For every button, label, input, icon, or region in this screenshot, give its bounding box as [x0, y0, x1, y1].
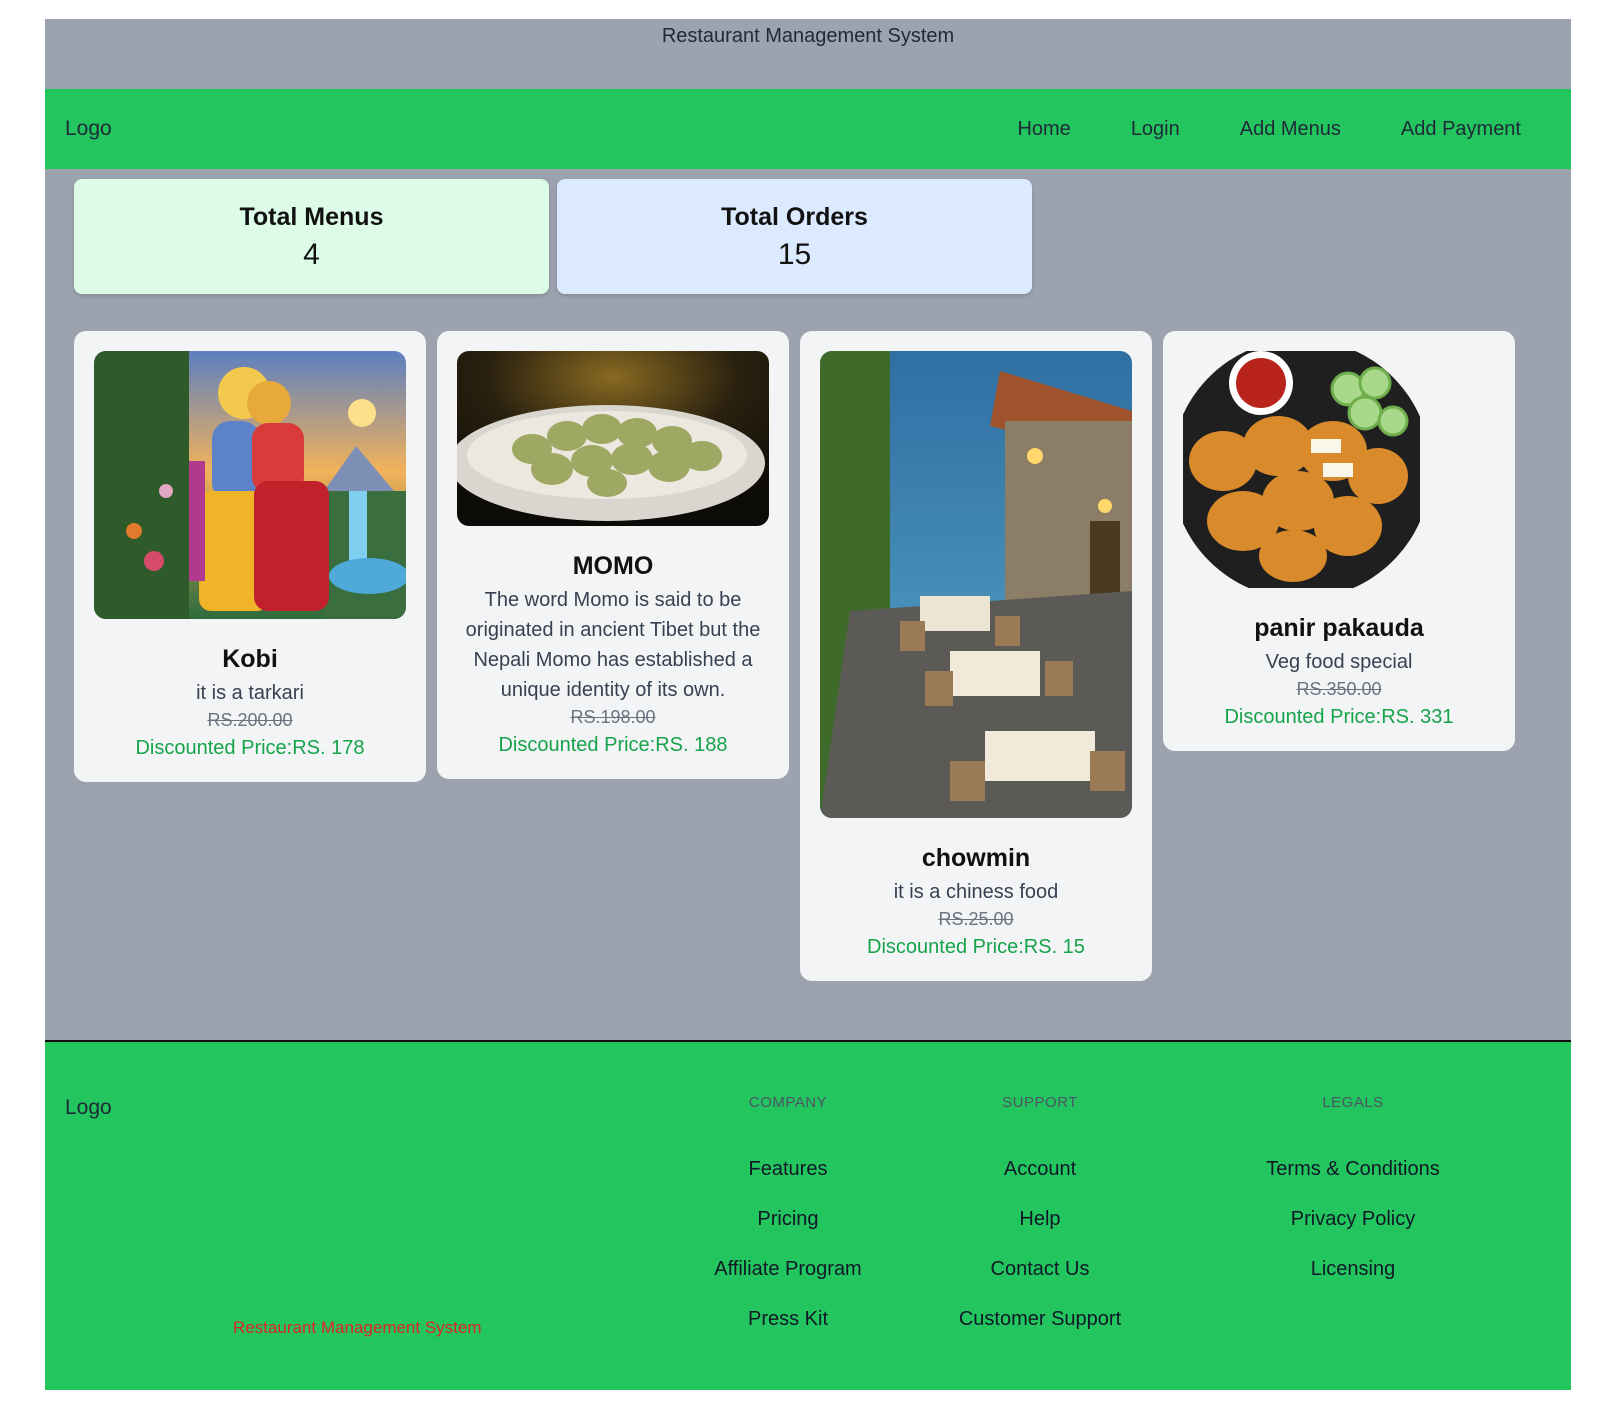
menu-discounted-price: Discounted Price:RS. 15 — [867, 936, 1085, 958]
footer-heading: LEGALS — [1322, 1094, 1384, 1111]
page: Restaurant Management System Logo Home L… — [45, 19, 1571, 1390]
nav-login-link[interactable]: Login — [1131, 118, 1180, 141]
stat-label: Total Menus — [239, 203, 384, 231]
navbar: Logo Home Login Add Menus Add Payment — [45, 89, 1571, 169]
footer-heading: COMPANY — [748, 1094, 828, 1111]
menu-name: MOMO — [572, 552, 654, 580]
app-header: Restaurant Management System — [45, 19, 1571, 89]
footer-link-press-kit[interactable]: Press Kit — [683, 1308, 893, 1358]
footer-logo[interactable]: Logo — [65, 1096, 112, 1120]
stat-value: 4 — [303, 238, 320, 271]
footer-link-privacy-policy[interactable]: Privacy Policy — [1223, 1208, 1483, 1258]
footer-column-company: COMPANY Features Pricing Affiliate Progr… — [683, 1094, 893, 1358]
menu-description: Veg food special — [1265, 651, 1413, 673]
pakauda-plate-image — [1183, 351, 1420, 588]
footer: Logo Restaurant Management System COMPAN… — [45, 1042, 1571, 1390]
nav-home-link[interactable]: Home — [1017, 118, 1070, 141]
menu-original-price: RS.200.00 — [207, 710, 293, 730]
seaside-cafe-image — [820, 351, 1132, 818]
dashboard-main: Total Menus 4 Total Orders 15 Kobi it is… — [45, 169, 1571, 1042]
footer-link-help[interactable]: Help — [925, 1208, 1155, 1258]
nav-links: Home Login Add Menus Add Payment — [1017, 118, 1521, 141]
menu-original-price: RS.25.00 — [938, 909, 1014, 929]
menu-discounted-price: Discounted Price:RS. 331 — [1224, 706, 1454, 728]
menu-description: The word Momo is said to be originated i… — [465, 589, 761, 701]
menu-card[interactable]: Kobi it is a tarkari RS.200.00 Discounte… — [74, 331, 426, 782]
stat-card-total-menus: Total Menus 4 — [74, 179, 549, 294]
app-title: Restaurant Management System — [661, 25, 955, 47]
menu-name: Kobi — [222, 645, 278, 673]
footer-link-terms[interactable]: Terms & Conditions — [1223, 1158, 1483, 1208]
menu-discounted-price: Discounted Price:RS. 178 — [135, 737, 365, 759]
menu-original-price: RS.198.00 — [570, 707, 656, 727]
footer-column-support: SUPPORT Account Help Contact Us Customer… — [925, 1094, 1155, 1358]
nav-logo[interactable]: Logo — [65, 117, 112, 141]
stat-card-total-orders: Total Orders 15 — [557, 179, 1032, 294]
footer-link-pricing[interactable]: Pricing — [683, 1208, 893, 1258]
footer-link-customer-support[interactable]: Customer Support — [925, 1308, 1155, 1358]
footer-link-affiliate-program[interactable]: Affiliate Program — [683, 1258, 893, 1308]
menu-description: it is a chiness food — [893, 881, 1059, 903]
stat-label: Total Orders — [721, 203, 868, 231]
nav-add-menus-link[interactable]: Add Menus — [1240, 118, 1341, 141]
footer-link-licensing[interactable]: Licensing — [1223, 1258, 1483, 1308]
momo-plate-image — [457, 351, 769, 526]
footer-heading: SUPPORT — [1002, 1094, 1078, 1111]
menu-card[interactable]: panir pakauda Veg food special RS.350.00… — [1163, 331, 1515, 751]
menu-discounted-price: Discounted Price:RS. 188 — [498, 734, 728, 756]
menu-name: panir pakauda — [1254, 614, 1424, 642]
footer-link-contact-us[interactable]: Contact Us — [925, 1258, 1155, 1308]
menu-card[interactable]: MOMO The word Momo is said to be origina… — [437, 331, 789, 779]
footer-column-legals: LEGALS Terms & Conditions Privacy Policy… — [1223, 1094, 1483, 1308]
menu-original-price: RS.350.00 — [1296, 679, 1382, 699]
footer-tagline: Restaurant Management System — [233, 1318, 482, 1337]
footer-link-account[interactable]: Account — [925, 1158, 1155, 1208]
menu-card[interactable]: chowmin it is a chiness food RS.25.00 Di… — [800, 331, 1152, 981]
footer-link-features[interactable]: Features — [683, 1158, 893, 1208]
menu-name: chowmin — [921, 844, 1031, 872]
menu-description: it is a tarkari — [196, 682, 304, 704]
krishna-painting-image — [94, 351, 406, 619]
stat-value: 15 — [777, 238, 812, 271]
nav-add-payment-link[interactable]: Add Payment — [1401, 118, 1521, 141]
